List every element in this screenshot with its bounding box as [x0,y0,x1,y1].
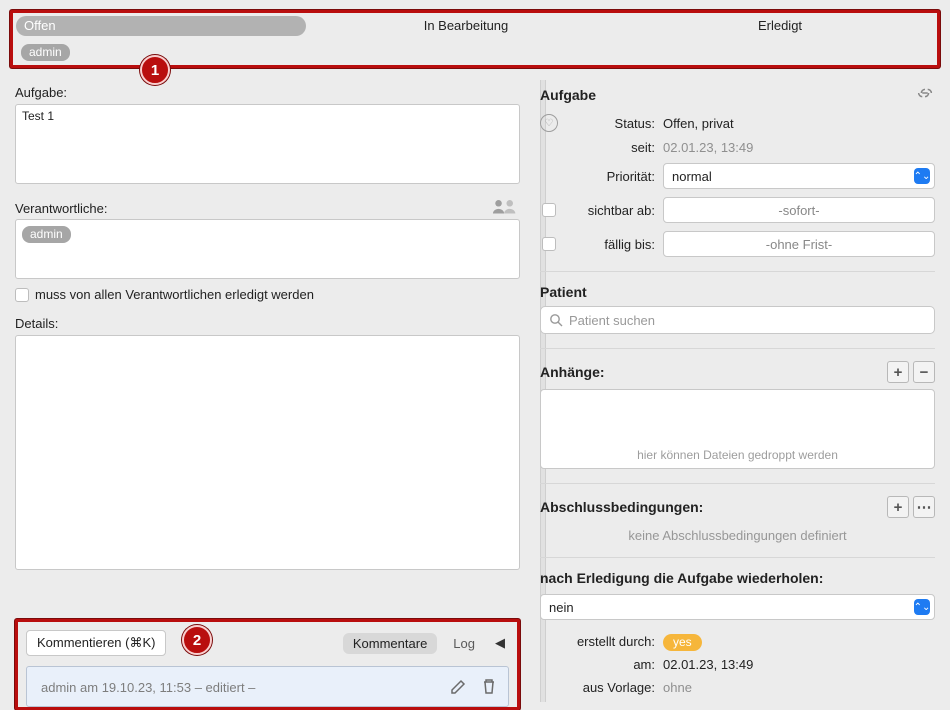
patient-search-placeholder: Patient suchen [569,313,655,328]
createdby-badge: yes [663,634,702,651]
patient-search-input[interactable]: Patient suchen [540,306,935,334]
comments-frame: Kommentieren (⌘K) Kommentare Log ◀ admin… [15,619,520,710]
task-label: Aufgabe: [15,85,520,100]
link-icon[interactable] [915,85,935,104]
select-caret-icon: ⌃⌄ [914,168,930,184]
comment-entry-text: admin am 19.10.23, 11:53 – editiert – [41,680,255,695]
task-title-input[interactable]: Test 1 [15,104,520,184]
responsible-chip[interactable]: admin [22,226,71,243]
attachments-header: Anhänge: [540,364,605,380]
people-icon[interactable] [492,198,520,219]
status-value: Offen, privat [663,116,935,131]
right-column: Aufgabe ♡ Status: Offen, privat seit: 02… [540,85,935,710]
priority-select[interactable]: normal ⌃⌄ [663,163,935,189]
select-caret-icon: ⌃⌄ [914,599,930,615]
attachment-remove-button[interactable]: − [913,361,935,383]
details-label: Details: [15,316,520,331]
status-tabs: Offen In Bearbeitung Erledigt [13,13,937,39]
createdat-value: 02.01.23, 13:49 [663,657,935,672]
attachment-dropzone[interactable]: hier können Dateien gedroppt werden [540,389,935,469]
visible-key: sichtbar ab: [558,203,663,218]
trash-icon[interactable] [480,677,498,698]
must-all-label: muss von allen Verantwortlichen erledigt… [35,287,314,302]
visible-field[interactable]: -sofort- [663,197,935,223]
due-key: fällig bis: [558,237,663,252]
createdat-key: am: [558,657,663,672]
left-column: Aufgabe: Test 1 Verantwortliche: admin m… [15,85,520,710]
annotation-2: 2 [182,625,212,655]
condition-add-button[interactable]: + [887,496,909,518]
repeat-select[interactable]: nein ⌃⌄ [540,594,935,620]
must-all-checkbox[interactable] [15,288,29,302]
edit-icon[interactable] [450,677,468,698]
collapse-arrow-icon[interactable]: ◀ [491,635,509,651]
status-tab-inprogress[interactable]: In Bearbeitung [309,13,623,39]
template-key: aus Vorlage: [558,680,663,695]
since-value: 02.01.23, 13:49 [663,140,935,155]
createdby-key: erstellt durch: [558,634,663,649]
responsible-label: Verantwortliche: [15,201,108,216]
comment-entry[interactable]: admin am 19.10.23, 11:53 – editiert – [26,666,509,707]
dropzone-hint: hier können Dateien gedroppt werden [637,448,838,462]
task-title-value: Test 1 [22,109,54,123]
condition-more-button[interactable]: ⋯ [913,496,935,518]
attachment-add-button[interactable]: + [887,361,909,383]
conditions-header: Abschlussbedingungen: [540,499,703,515]
user-chip[interactable]: admin [21,44,70,61]
conditions-empty-text: keine Abschlussbedingungen definiert [540,528,935,543]
annotation-1: 1 [140,55,170,85]
responsible-box[interactable]: admin [15,219,520,279]
heart-icon[interactable]: ♡ [540,114,558,132]
section-header-task: Aufgabe [540,87,596,103]
search-icon [549,313,563,327]
status-tab-open[interactable]: Offen [16,16,306,36]
since-key: seit: [558,140,663,155]
tab-log[interactable]: Log [443,633,485,654]
tab-comments[interactable]: Kommentare [343,633,437,654]
template-value: ohne [663,680,935,695]
comment-button[interactable]: Kommentieren (⌘K) [26,630,166,656]
status-key: Status: [558,116,663,131]
section-header-patient: Patient [540,284,587,300]
repeat-value: nein [549,600,574,615]
repeat-header: nach Erledigung die Aufgabe wiederholen: [540,570,935,586]
details-textarea[interactable] [15,335,520,570]
due-field[interactable]: -ohne Frist- [663,231,935,257]
due-checkbox[interactable] [542,237,556,251]
priority-value: normal [672,169,712,184]
priority-key: Priorität: [558,169,663,184]
status-tab-done[interactable]: Erledigt [623,13,937,39]
visible-checkbox[interactable] [542,203,556,217]
